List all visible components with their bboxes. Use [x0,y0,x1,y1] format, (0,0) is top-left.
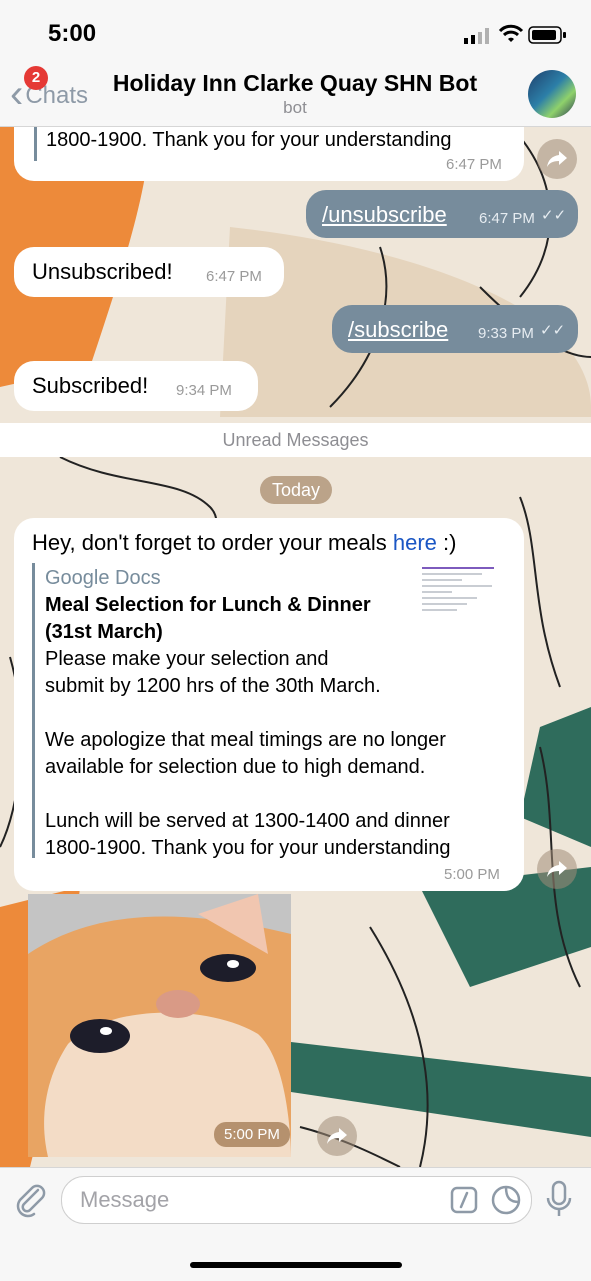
double-check-icon: ✓✓ [540,322,566,339]
forward-button[interactable] [317,1116,357,1156]
command-link[interactable]: /unsubscribe [322,202,447,228]
message-time: 9:33 PM [478,325,534,342]
back-button[interactable]: ‹ Chats [10,72,88,116]
avatar[interactable] [528,70,576,118]
preview-border [34,127,37,161]
home-indicator[interactable] [190,1262,402,1268]
message-input[interactable] [78,1185,442,1215]
date-badge: Today [260,476,332,504]
chevron-left-icon: ‹ [10,72,24,116]
photo-message[interactable]: 5:00 PM [28,894,291,1157]
cat-photo [28,894,291,1157]
message-list[interactable]: 1800-1900. Thank you for your understand… [0,127,591,1167]
forward-button[interactable] [537,139,577,179]
double-check-icon: ✓✓ [541,207,567,224]
link-preview[interactable]: Google Docs Meal Selection for Lunch & D… [32,563,507,859]
bot-command-icon[interactable] [450,1186,478,1214]
sticker-icon[interactable] [490,1184,522,1216]
message-text: 1800-1900. Thank you for your understand… [46,129,452,151]
forward-icon [327,1128,347,1144]
message-time: 6:47 PM [206,268,262,285]
forward-icon [547,151,567,167]
preview-thumbnail[interactable] [419,563,497,643]
message-text-part: Hey, don't forget to order your meals [32,530,393,555]
chat-header: ‹ Chats 2 Holiday Inn Clarke Quay SHN Bo… [0,62,591,127]
unread-divider: Unread Messages [0,423,591,457]
here-link[interactable]: here [393,530,437,555]
attach-icon[interactable] [14,1182,48,1218]
message-time: 5:00 PM [444,866,500,883]
message-bubble-outgoing[interactable]: /unsubscribe 6:47 PM ✓✓ [306,190,578,238]
message-text: Subscribed! [32,373,149,398]
message-text: Hey, don't forget to order your meals he… [32,530,456,556]
message-field[interactable] [61,1176,532,1224]
message-text-part: :) [436,530,457,555]
battery-icon [528,26,566,44]
message-text: Unsubscribed! [32,259,173,284]
photo-time: 5:00 PM [214,1122,290,1147]
status-time: 5:00 [48,20,97,47]
message-bubble-incoming[interactable]: Unsubscribed! 6:47 PM [14,247,284,297]
preview-description: Please make your selection and submit by… [45,648,451,859]
chat-subtitle: bot [283,98,307,117]
forward-icon [547,861,567,877]
unread-badge: 2 [24,66,48,90]
wifi-icon [498,24,524,42]
preview-title: Meal Selection for Lunch & Dinner (31st … [45,594,371,643]
message-bubble-outgoing[interactable]: /subscribe 9:33 PM ✓✓ [332,305,578,353]
message-time: 9:34 PM [176,382,232,399]
chat-title[interactable]: Holiday Inn Clarke Quay SHN Bot [100,70,490,97]
message-time: 6:47 PM [446,156,502,173]
forward-button[interactable] [537,849,577,889]
message-time: 6:47 PM [479,210,535,227]
message-bubble-incoming[interactable]: Hey, don't forget to order your meals he… [14,518,524,891]
message-bubble-incoming[interactable]: 1800-1900. Thank you for your understand… [14,127,524,181]
cellular-signal-icon [464,28,489,44]
status-bar: 5:00 [0,0,591,62]
command-link[interactable]: /subscribe [348,317,448,343]
microphone-icon[interactable] [546,1180,572,1218]
message-bubble-incoming[interactable]: Subscribed! 9:34 PM [14,361,258,411]
